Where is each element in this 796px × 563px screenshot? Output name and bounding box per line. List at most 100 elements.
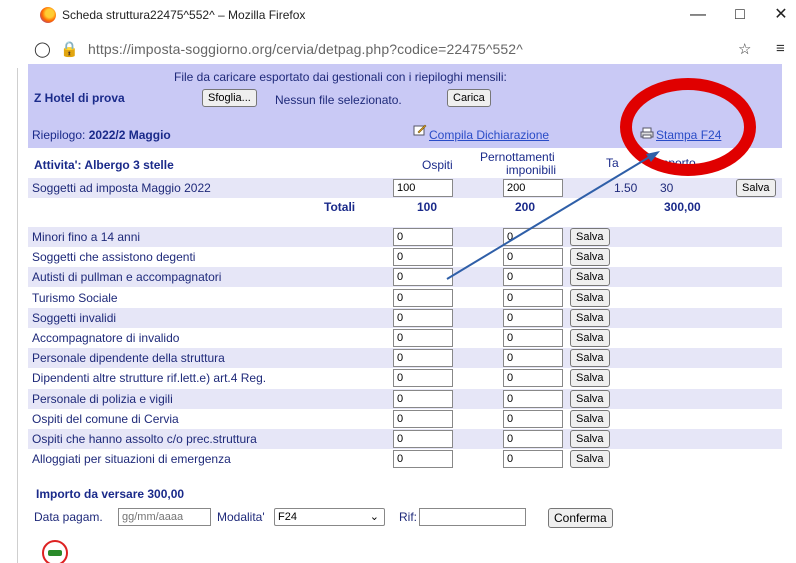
exemption-guests-input[interactable] [393,288,453,307]
exemption-guests-input[interactable] [393,409,453,428]
exemption-label: Autisti di pullman e accompagnatori [32,270,222,285]
exemption-label: Dipendenti altre strutture rif.lett.e) a… [32,371,267,386]
upload-note: File da caricare esportato dai gestional… [174,70,507,84]
header-panel: Z Hotel di prova File da caricare esport… [28,64,782,148]
lock-icon[interactable]: 🔒 [60,40,79,58]
exemption-save-button[interactable]: Salva [570,288,610,307]
exemption-nights-input[interactable] [503,430,563,448]
tax-rate: 1.50 [614,181,638,195]
no-file-label: Nessun file selezionato. [275,93,402,107]
exemption-guests-input[interactable] [393,389,453,408]
exemption-nights-input[interactable] [503,450,563,469]
exemption-row: Turismo Sociale Salva [28,288,782,308]
taxable-row: Soggetti ad imposta Maggio 2022 1.50 30 … [28,178,782,198]
exemption-nights-input[interactable] [503,268,563,287]
url-bar: ◯ 🔒 https://imposta-soggiorno.org/cervia… [0,34,796,64]
exemption-nights-input[interactable] [503,248,563,267]
browse-button[interactable]: Sfoglia... [202,89,257,107]
bookmark-star-icon[interactable]: ☆ [738,40,751,58]
ref-input[interactable] [419,508,526,526]
load-button[interactable]: Carica [447,89,491,107]
edit-document-icon[interactable] [413,124,427,136]
exemption-nights-input[interactable] [503,409,563,428]
exemption-save-button[interactable]: Salva [570,228,610,246]
exemption-nights-input[interactable] [503,349,563,368]
ref-label: Rif: [399,510,417,524]
riepilogo-period: 2022/2 Maggio [88,128,171,142]
exemption-row: Soggetti che assistono degenti Salva [28,247,782,267]
exemption-label: Turismo Sociale [32,290,118,305]
exemption-guests-input[interactable] [393,329,453,347]
exemption-save-button[interactable]: Salva [570,248,610,267]
exemption-row: Dipendenti altre strutture rif.lett.e) a… [28,368,782,388]
exemption-row: Personale di polizia e vigili Salva [28,388,782,409]
exemption-guests-input[interactable] [393,308,453,327]
riepilogo-line: Riepilogo: 2022/2 Maggio [32,128,171,142]
exemption-guests-input[interactable] [393,268,453,287]
exemption-guests-input[interactable] [393,450,453,469]
tax-header: Ta [606,156,619,170]
firefox-icon [40,7,56,23]
exemption-label: Accompagnatore di invalido [32,331,180,345]
exemption-nights-input[interactable] [503,369,563,388]
exemption-save-button[interactable]: Salva [570,450,610,469]
exemption-save-button[interactable]: Salva [570,389,610,408]
mode-select[interactable]: F24 ⌄ [274,508,385,526]
close-icon[interactable]: ✕ [766,4,796,26]
exemption-save-button[interactable]: Salva [570,369,610,388]
exemption-save-button[interactable]: Salva [570,430,610,448]
taxable-label: Soggetti ad imposta Maggio 2022 [32,181,211,195]
url-text[interactable]: https://imposta-soggiorno.org/cervia/det… [88,41,523,57]
column-header-row: Attivita': Albergo 3 stelle Ospiti Perno… [28,148,782,178]
compila-dichiarazione-link[interactable]: Compila Dichiarazione [429,128,549,142]
taxable-guests-input[interactable] [393,179,453,197]
exemption-guests-input[interactable] [393,248,453,267]
minimize-icon[interactable]: — [683,4,713,26]
hotel-name: Z Hotel di prova [34,91,125,105]
totals-amount: 300,00 [664,200,701,214]
confirm-button[interactable]: Conferma [548,508,613,528]
exemption-nights-input[interactable] [503,329,563,347]
nights-header-line2: imponibili [506,163,557,177]
exemption-label: Soggetti invalidi [32,310,117,325]
printer-icon[interactable] [640,127,654,139]
exemption-guests-input[interactable] [393,430,453,448]
exemption-label: Alloggiati per situazioni di emergenza [32,452,231,467]
amount-due: Importo da versare 300,00 [36,487,185,501]
exemption-nights-input[interactable] [503,228,563,246]
pagopa-logo [42,540,68,563]
exemption-save-button[interactable]: Salva [570,349,610,368]
riepilogo-prefix: Riepilogo: [32,128,86,142]
exemption-guests-input[interactable] [393,349,453,368]
left-edge [0,34,18,563]
exemption-nights-input[interactable] [503,288,563,307]
menu-icon[interactable]: ≡ [776,40,785,57]
window-titlebar: Scheda struttura22475^552^ – Mozilla Fir… [0,0,796,34]
exemption-save-button[interactable]: Salva [570,409,610,428]
totals-guests: 100 [417,200,438,214]
exemption-save-button[interactable]: Salva [570,308,610,327]
date-input[interactable] [118,508,211,526]
taxable-save-button[interactable]: Salva [736,179,776,197]
taxable-nights-input[interactable] [503,179,563,197]
exemption-row: Soggetti invalidi Salva [28,307,782,328]
amount-header: Importo [655,156,696,170]
shield-icon[interactable]: ◯ [34,40,51,58]
exemption-label: Personale di polizia e vigili [32,391,173,406]
exemption-label: Ospiti che hanno assolto c/o prec.strutt… [32,432,257,446]
maximize-icon[interactable]: □ [725,4,755,26]
exemption-row: Ospiti che hanno assolto c/o prec.strutt… [28,429,782,449]
exemption-row: Minori fino a 14 anni Salva [28,227,782,247]
exemption-save-button[interactable]: Salva [570,329,610,347]
exemption-label: Soggetti che assistono degenti [32,250,196,265]
exemption-row: Autisti di pullman e accompagnatori Salva [28,267,782,288]
exemption-guests-input[interactable] [393,228,453,246]
totals-row: Totali 100 200 300,00 [28,198,782,216]
stampa-f24-link[interactable]: Stampa F24 [656,128,721,142]
exemption-label: Minori fino a 14 anni [32,230,141,244]
chevron-down-icon: ⌄ [369,511,379,523]
exemption-nights-input[interactable] [503,389,563,408]
exemption-save-button[interactable]: Salva [570,268,610,287]
exemption-guests-input[interactable] [393,369,453,388]
exemption-nights-input[interactable] [503,308,563,327]
